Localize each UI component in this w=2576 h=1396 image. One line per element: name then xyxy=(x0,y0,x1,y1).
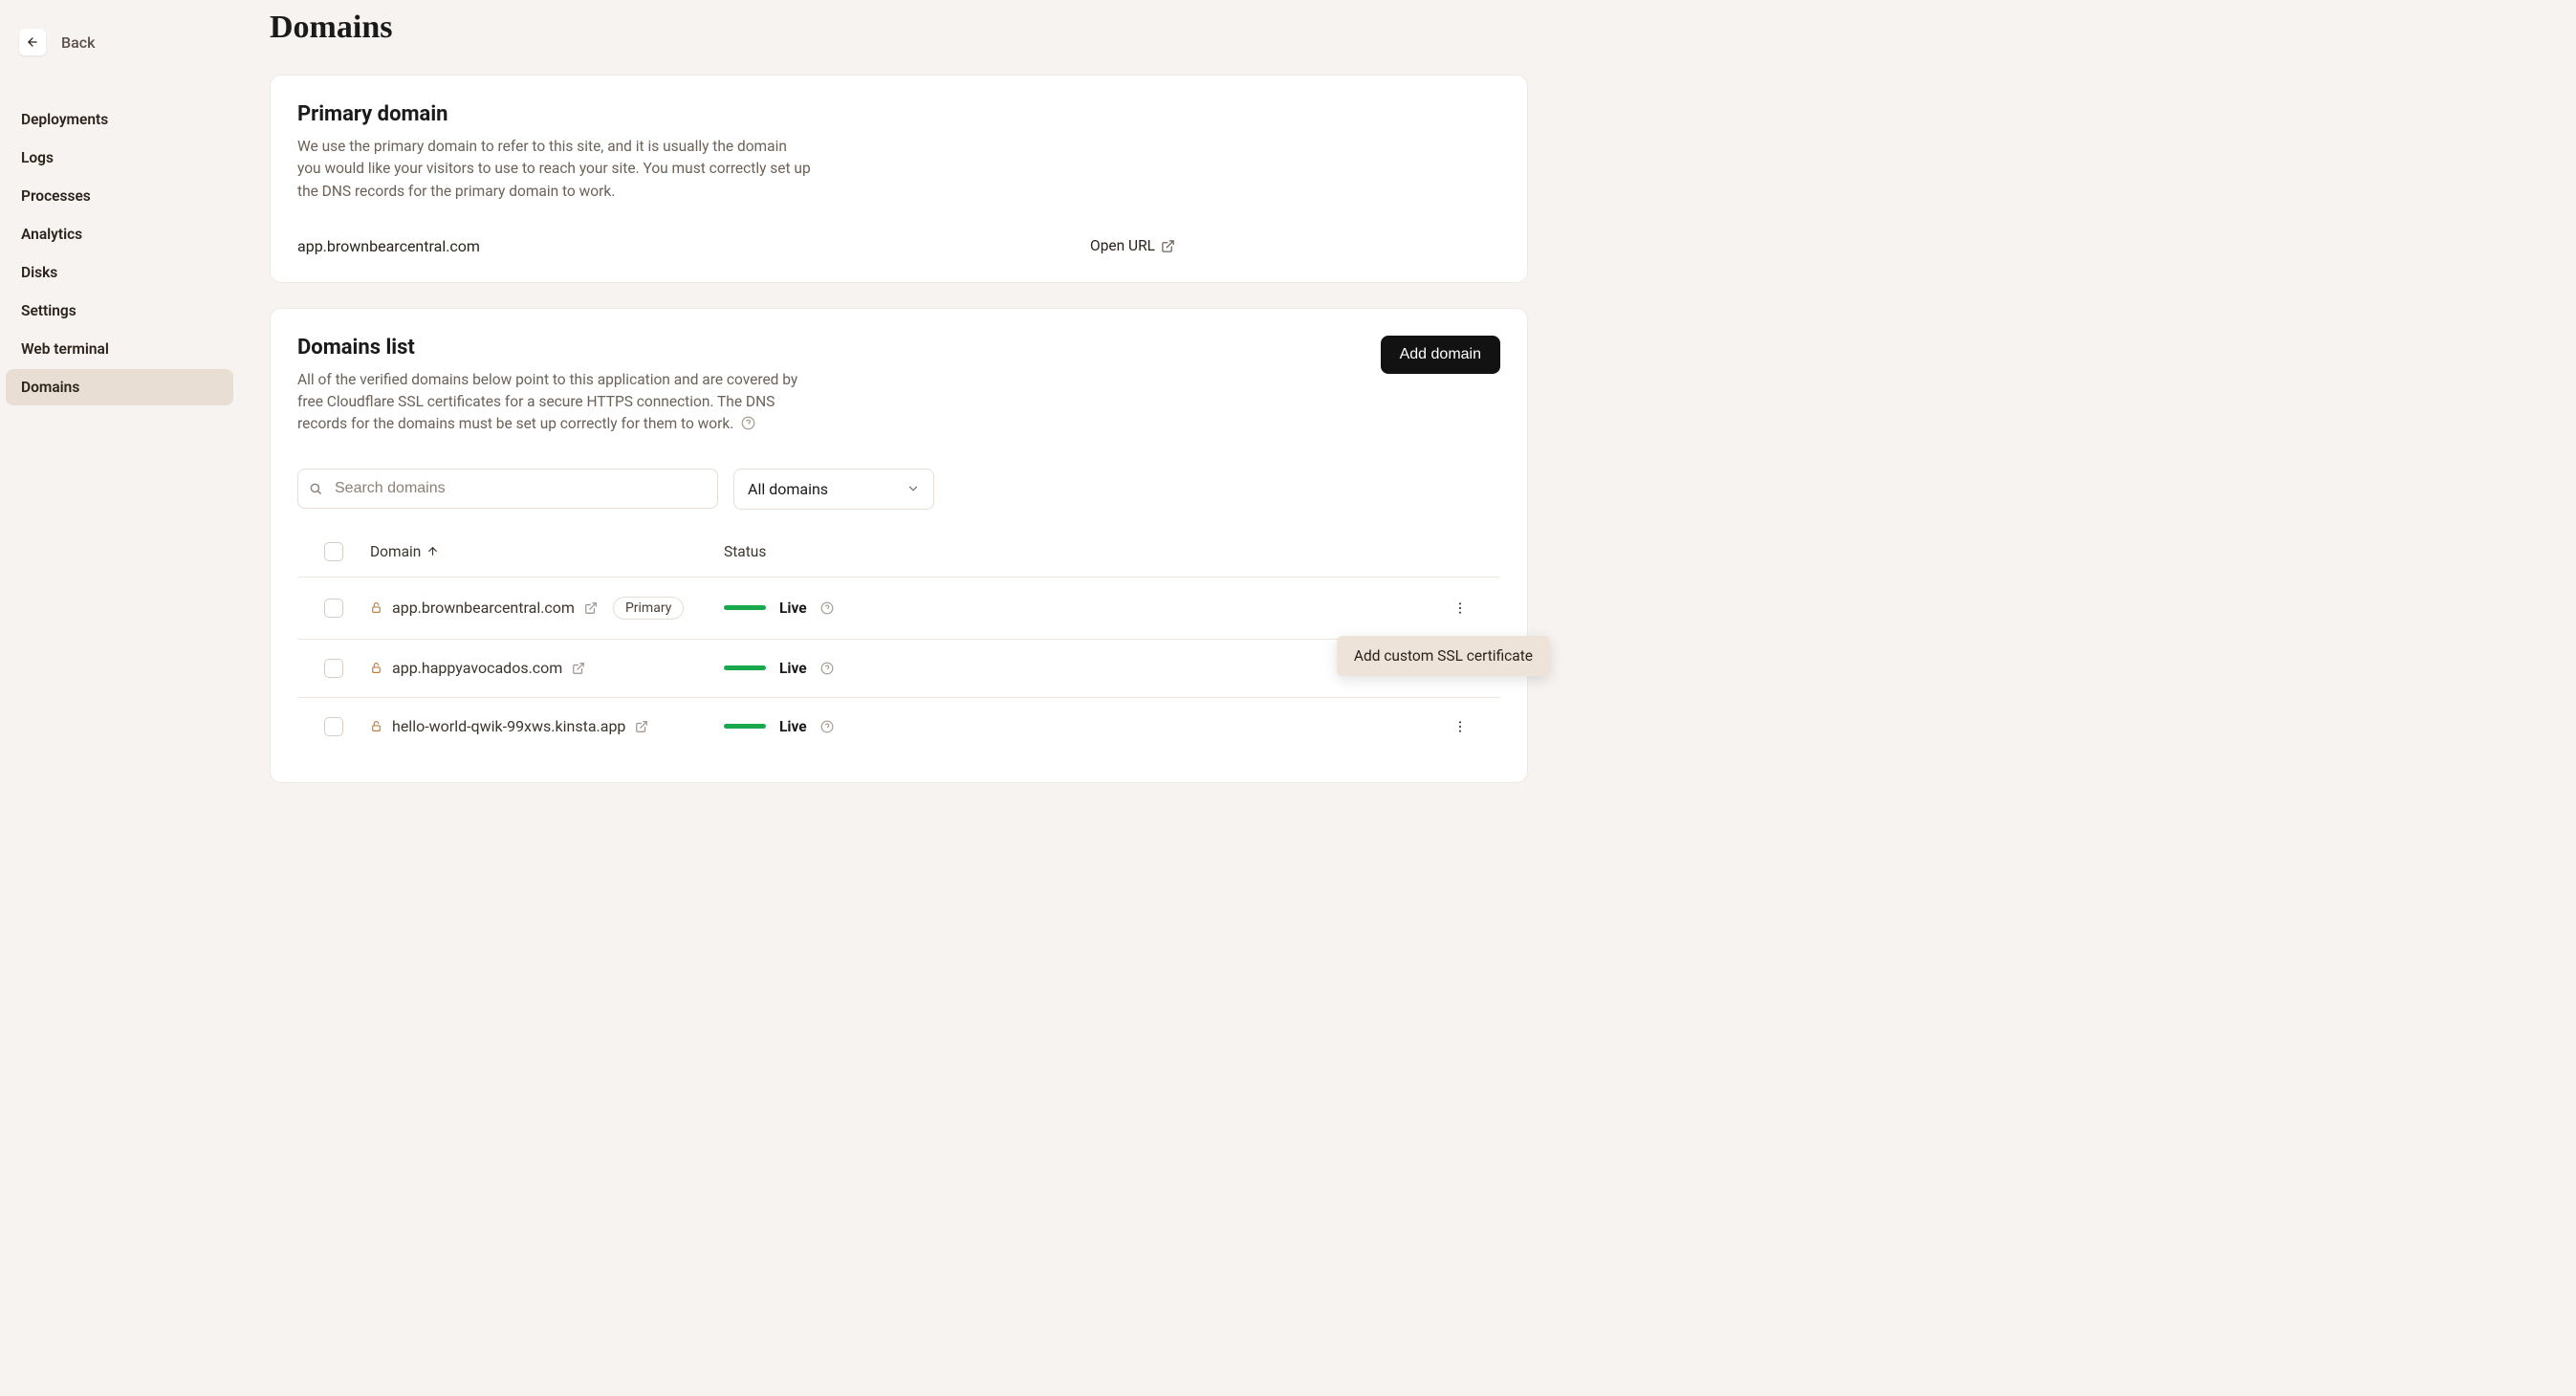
help-icon[interactable] xyxy=(820,720,834,733)
table-row: hello-world-qwik-99xws.kinsta.app Live xyxy=(297,698,1500,755)
domain-name[interactable]: hello-world-qwik-99xws.kinsta.app xyxy=(392,717,625,735)
status-text: Live xyxy=(779,660,807,677)
lock-icon xyxy=(370,601,382,614)
sort-asc-icon xyxy=(426,545,439,557)
domains-list-card: Domains list All of the verified domains… xyxy=(270,308,1528,783)
table-row: app.brownbearcentral.comPrimaryLiveAdd c… xyxy=(297,578,1500,640)
table-header: Domain Status xyxy=(297,527,1500,578)
back-label: Back xyxy=(61,33,95,52)
row-checkbox[interactable] xyxy=(324,599,343,618)
domain-name[interactable]: app.happyavocados.com xyxy=(392,659,562,677)
arrow-left-icon xyxy=(26,35,39,49)
sidebar-item-settings[interactable]: Settings xyxy=(6,293,233,329)
primary-badge: Primary xyxy=(613,597,684,620)
primary-domain-card: Primary domain We use the primary domain… xyxy=(270,75,1528,283)
status-text: Live xyxy=(779,600,807,617)
open-url-label: Open URL xyxy=(1090,237,1155,254)
sidebar-item-domains[interactable]: Domains xyxy=(6,369,233,405)
sidebar-item-disks[interactable]: Disks xyxy=(6,254,233,291)
sidebar-item-web-terminal[interactable]: Web terminal xyxy=(6,331,233,367)
domains-list-subtitle: All of the verified domains below point … xyxy=(297,369,814,436)
external-link-icon[interactable] xyxy=(635,720,648,733)
back-button[interactable] xyxy=(19,29,46,55)
sidebar: Back DeploymentsLogsProcessesAnalyticsDi… xyxy=(0,0,239,1396)
select-all-checkbox[interactable] xyxy=(324,542,343,561)
chevron-down-icon xyxy=(906,482,920,495)
status-bar xyxy=(724,724,766,729)
external-link-icon[interactable] xyxy=(584,601,598,615)
help-icon[interactable] xyxy=(820,601,834,615)
row-checkbox[interactable] xyxy=(324,717,343,736)
primary-domain-subtitle: We use the primary domain to refer to th… xyxy=(297,136,814,203)
open-url-link[interactable]: Open URL xyxy=(1090,237,1175,254)
sidebar-item-deployments[interactable]: Deployments xyxy=(6,101,233,138)
table-row: app.happyavocados.com Live xyxy=(297,640,1500,698)
help-icon[interactable] xyxy=(820,662,834,675)
main: Domains Primary domain We use the primar… xyxy=(239,0,1559,1396)
external-link-icon[interactable] xyxy=(572,662,585,675)
page-title: Domains xyxy=(270,10,1528,46)
search-input[interactable] xyxy=(297,469,718,509)
primary-domain-title: Primary domain xyxy=(297,102,1500,126)
domains-list-title: Domains list xyxy=(297,336,814,360)
add-domain-button[interactable]: Add domain xyxy=(1381,336,1500,374)
column-domain[interactable]: Domain xyxy=(370,543,724,560)
nav: DeploymentsLogsProcessesAnalyticsDisksSe… xyxy=(0,101,239,405)
primary-domain-value: app.brownbearcentral.com xyxy=(297,237,1090,255)
sidebar-item-analytics[interactable]: Analytics xyxy=(6,216,233,252)
filter-select[interactable]: All domains xyxy=(733,469,934,510)
status-bar xyxy=(724,665,766,670)
lock-icon xyxy=(370,662,382,674)
domain-name[interactable]: app.brownbearcentral.com xyxy=(392,599,575,617)
status-text: Live xyxy=(779,718,807,735)
filter-selected-label: All domains xyxy=(748,480,828,498)
add-ssl-menu-item[interactable]: Add custom SSL certificate xyxy=(1337,636,1550,676)
search-icon xyxy=(309,482,322,495)
status-bar xyxy=(724,605,766,610)
row-checkbox[interactable] xyxy=(324,659,343,678)
lock-icon xyxy=(370,720,382,732)
row-more-button[interactable] xyxy=(1447,719,1474,734)
column-status: Status xyxy=(724,543,1474,560)
external-link-icon xyxy=(1161,239,1175,253)
row-more-button[interactable] xyxy=(1447,600,1474,616)
sidebar-item-logs[interactable]: Logs xyxy=(6,140,233,176)
help-icon[interactable] xyxy=(741,416,755,430)
sidebar-item-processes[interactable]: Processes xyxy=(6,178,233,214)
